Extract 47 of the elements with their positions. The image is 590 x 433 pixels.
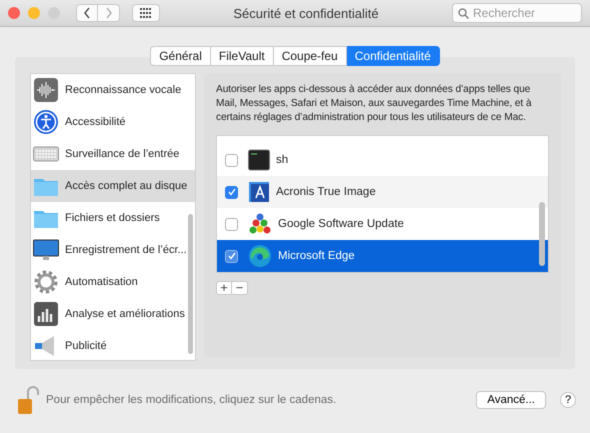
sidebar-item[interactable]: Automatisation: [31, 266, 195, 298]
advanced-button[interactable]: Avancé...: [476, 391, 546, 409]
checkbox[interactable]: [225, 186, 238, 198]
app-row[interactable]: Microsoft Edge: [217, 240, 548, 272]
edge-icon: [248, 244, 272, 268]
sidebar-item[interactable]: Fichiers et dossiers: [31, 202, 195, 234]
colored-balls-icon: [248, 212, 272, 236]
terminal-icon: [248, 149, 270, 171]
sidebar-item[interactable]: Accès complet au disque: [31, 170, 195, 202]
acronis-icon: [248, 181, 270, 203]
tab[interactable]: FileVault: [210, 46, 274, 66]
tab[interactable]: Coupe-feu: [274, 46, 347, 66]
help-button[interactable]: ?: [560, 392, 576, 408]
tab[interactable]: Confidentialité: [346, 46, 440, 66]
sidebar-item[interactable]: Reconnaissance vocale: [31, 74, 195, 106]
show-all-button[interactable]: [132, 4, 160, 22]
grid-icon: [140, 8, 152, 18]
checkbox[interactable]: [225, 218, 238, 230]
waveform-icon: [33, 77, 59, 103]
remove-button[interactable]: −: [232, 281, 248, 295]
search-field[interactable]: Rechercher: [452, 3, 582, 23]
minimize-button[interactable]: [28, 7, 40, 19]
app-row[interactable]: Acronis True Image: [217, 176, 548, 208]
chevron-right-icon: [104, 7, 112, 19]
tab[interactable]: Général: [150, 46, 211, 66]
scrollbar[interactable]: [188, 214, 193, 354]
chevron-left-icon: [83, 7, 91, 19]
window-title: Sécurité et confidentialité: [232, 6, 380, 20]
add-button[interactable]: +: [216, 281, 232, 295]
sidebar-item[interactable]: Publicité: [31, 330, 195, 360]
sidebar-item[interactable]: Enregistrement de l’écr...: [31, 234, 195, 266]
gear-icon: [33, 269, 59, 295]
padlock-icon: [16, 385, 40, 415]
bar-chart-icon: [33, 301, 59, 327]
scrollbar[interactable]: [539, 202, 545, 266]
back-button[interactable]: [76, 4, 98, 22]
sidebar-item[interactable]: Analyse et améliorations: [31, 298, 195, 330]
close-button[interactable]: [8, 7, 20, 19]
accessibility-icon: [33, 109, 59, 135]
lock-hint: Pour empêcher les modifications, cliquez sur le cadenas.: [46, 394, 338, 406]
checkbox[interactable]: [225, 250, 238, 262]
monitor-icon: [33, 237, 59, 263]
search-icon: [458, 8, 469, 19]
sidebar-item[interactable]: Surveillance de l’entrée: [31, 138, 195, 170]
checkbox[interactable]: [225, 154, 238, 166]
description-text: Autoriser les apps ci-dessous à accéder aux données d’apps telles que Mail, Messages, Safari et Maison, aux sauvegardes Time Machine, et à certains réglages d’administration pour tous les utilisateurs de ce Mac.: [216, 83, 532, 125]
sidebar-item[interactable]: Accessibilité: [31, 106, 195, 138]
